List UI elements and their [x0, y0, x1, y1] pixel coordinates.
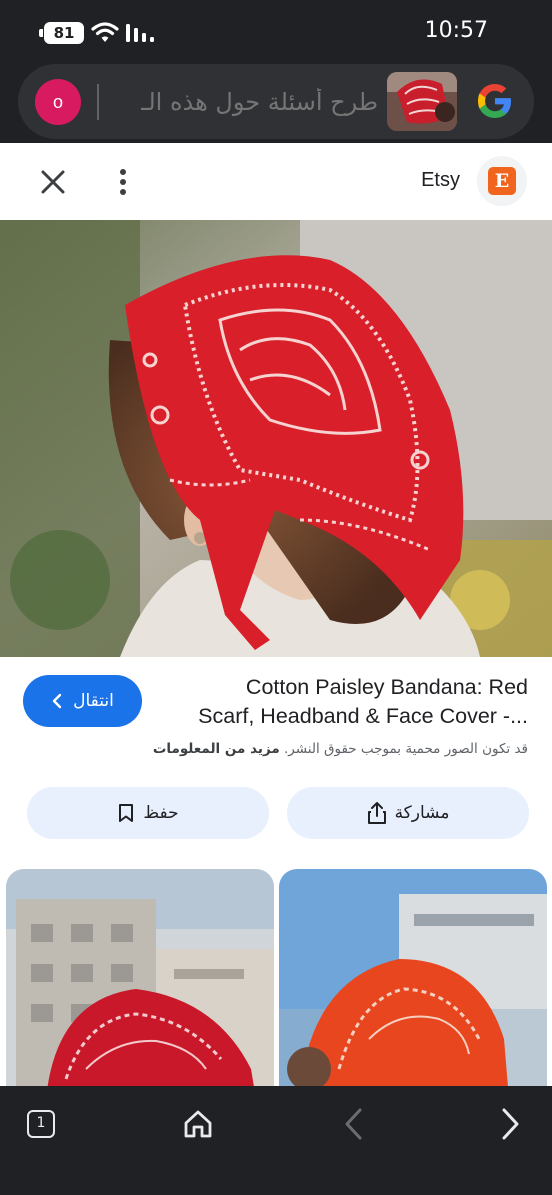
tab-count: 1 — [27, 1110, 55, 1138]
bandana-photo — [0, 220, 552, 657]
battery-indicator: 81 — [39, 22, 84, 44]
bottom-navigation: 1 — [0, 1086, 552, 1195]
etsy-logo-icon: E — [488, 167, 516, 195]
visit-button[interactable]: انتقال — [23, 675, 142, 727]
related-image-card[interactable] — [279, 869, 547, 1099]
top-bar: 81 10:57 o — [0, 0, 552, 143]
result-title[interactable]: Cotton Paisley Bandana: Red Scarf, Headb… — [188, 673, 528, 731]
google-logo-icon[interactable] — [475, 81, 515, 121]
close-icon[interactable] — [36, 165, 70, 199]
copyright-notice: قد تكون الصور محمية بموجب حقوق النشر. مز… — [153, 741, 528, 757]
save-button[interactable]: حفظ — [27, 787, 269, 839]
forward-arrow-icon — [502, 1108, 519, 1140]
more-options-icon[interactable] — [108, 165, 138, 199]
more-info-link[interactable]: مزيد من المعلومات — [153, 741, 280, 757]
share-button[interactable]: مشاركة — [287, 787, 529, 839]
copyright-text: قد تكون الصور محمية بموجب حقوق النشر. — [284, 741, 528, 757]
related-image-orange-bandana — [279, 869, 547, 1099]
share-label: مشاركة — [394, 803, 450, 823]
main-image[interactable] — [0, 220, 552, 657]
bookmark-icon — [119, 804, 134, 822]
forward-button[interactable] — [486, 1100, 534, 1148]
related-image-card[interactable] — [6, 869, 274, 1099]
image-thumbnail[interactable] — [387, 72, 457, 131]
google-lens-screen: 81 10:57 o طرح أسئلة حول هذه الـ Etsy E … — [0, 0, 552, 1195]
save-label: حفظ — [143, 803, 179, 823]
avatar[interactable]: o — [35, 79, 81, 125]
search-input[interactable] — [106, 82, 378, 122]
source-name[interactable]: Etsy — [421, 169, 460, 192]
clock: 10:57 — [424, 18, 488, 43]
status-bar: 81 10:57 — [0, 0, 552, 62]
battery-level: 81 — [53, 24, 75, 42]
home-button[interactable] — [174, 1100, 222, 1148]
share-icon — [367, 802, 386, 824]
chevron-left-icon — [52, 693, 62, 709]
wifi-icon — [91, 22, 119, 42]
search-bar[interactable]: o — [18, 64, 534, 139]
source-bar: Etsy E — [0, 143, 552, 220]
home-icon — [184, 1110, 212, 1138]
related-image-red-bandana — [6, 869, 274, 1099]
text-cursor — [97, 84, 99, 120]
tabs-button[interactable]: 1 — [17, 1100, 65, 1148]
thumbnail-image-icon — [387, 72, 457, 131]
back-button[interactable] — [330, 1100, 378, 1148]
source-logo[interactable]: E — [477, 156, 527, 206]
back-arrow-icon — [345, 1108, 362, 1140]
cellular-signal-icon — [126, 24, 154, 42]
visit-label: انتقال — [73, 691, 114, 711]
